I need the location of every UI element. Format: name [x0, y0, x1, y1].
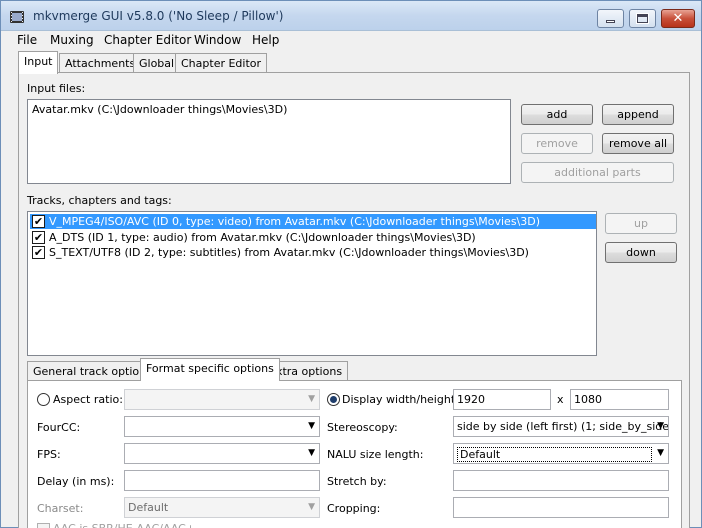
cropping-input[interactable]	[453, 497, 669, 518]
input-files-label: Input files:	[27, 82, 86, 95]
menu-window[interactable]: Window	[194, 33, 241, 47]
title-bar[interactable]: mkvmerge GUI v5.8.0 ('No Sleep / Pillow'…	[1, 1, 701, 31]
tab-chapter-editor[interactable]: Chapter Editor	[175, 53, 268, 74]
minimize-icon	[606, 20, 615, 23]
tab-attachments[interactable]: Attachments	[59, 53, 142, 74]
stereoscopy-label: Stereoscopy:	[327, 421, 398, 434]
nalu-size-label: NALU size length:	[327, 448, 424, 461]
close-icon: ✕	[672, 11, 684, 26]
tab-input[interactable]: Input	[18, 51, 59, 74]
fps-label: FPS:	[37, 448, 61, 461]
track-text: A_DTS (ID 1, type: audio) from Avatar.mk…	[49, 231, 476, 244]
charset-value: Default	[128, 501, 169, 514]
aspect-ratio-label: Aspect ratio:	[53, 393, 123, 406]
delay-input[interactable]	[124, 470, 320, 491]
nalu-size-value: Default	[457, 447, 652, 462]
minimize-button[interactable]	[597, 9, 624, 28]
chevron-down-icon: ▼	[657, 448, 664, 458]
track-row[interactable]: ✔ A_DTS (ID 1, type: audio) from Avatar.…	[30, 230, 596, 245]
stereoscopy-combo[interactable]: side by side (left first) (1; side_by_si…	[453, 416, 669, 437]
charset-combo[interactable]: Default ▼	[124, 497, 320, 518]
fps-combo[interactable]: ▼	[124, 443, 320, 464]
add-button[interactable]: add	[521, 104, 593, 125]
track-checkbox[interactable]: ✔	[32, 215, 45, 228]
chevron-down-icon: ▼	[308, 502, 315, 512]
menu-file[interactable]: File	[17, 33, 37, 47]
menu-muxing[interactable]: Muxing	[50, 33, 94, 47]
menu-bar: File Muxing Chapter Editor Window Help	[1, 31, 701, 51]
track-text: V_MPEG4/ISO/AVC (ID 0, type: video) from…	[49, 215, 541, 228]
stretch-label: Stretch by:	[327, 475, 387, 488]
up-button[interactable]: up	[605, 213, 677, 234]
mkvmerge-app-icon	[10, 11, 24, 23]
main-window: mkvmerge GUI v5.8.0 ('No Sleep / Pillow'…	[0, 0, 702, 528]
maximize-icon	[636, 13, 649, 24]
subtab-general-track-options[interactable]: General track options	[27, 361, 158, 382]
maximize-button[interactable]	[629, 9, 656, 28]
aspect-ratio-combo[interactable]: ▼	[124, 389, 320, 410]
down-button[interactable]: down	[605, 242, 677, 263]
close-button[interactable]: ✕	[661, 9, 695, 28]
aac-sbr-checkbox[interactable]	[37, 523, 50, 528]
fourcc-combo[interactable]: ▼	[124, 416, 320, 437]
track-row[interactable]: ✔ V_MPEG4/ISO/AVC (ID 0, type: video) fr…	[30, 214, 596, 229]
additional-parts-button[interactable]: additional parts	[521, 162, 674, 183]
menu-help[interactable]: Help	[252, 33, 279, 47]
chevron-down-icon: ▼	[308, 394, 315, 404]
track-text: S_TEXT/UTF8 (ID 2, type: subtitles) from…	[49, 246, 529, 259]
charset-label: Charset:	[37, 502, 84, 515]
menu-chapter-editor[interactable]: Chapter Editor	[104, 33, 191, 47]
track-checkbox[interactable]: ✔	[32, 231, 45, 244]
tracks-label: Tracks, chapters and tags:	[27, 194, 172, 207]
remove-all-button[interactable]: remove all	[602, 133, 674, 154]
display-wh-radio[interactable]	[327, 393, 340, 406]
chevron-down-icon: ▼	[657, 421, 664, 431]
fourcc-label: FourCC:	[37, 421, 81, 434]
nalu-size-combo[interactable]: Default ▼	[453, 443, 669, 464]
input-file-item[interactable]: Avatar.mkv (C:\Jdownloader things\Movies…	[32, 103, 287, 116]
display-wh-label: Display width/height:	[342, 393, 459, 406]
track-row[interactable]: ✔ S_TEXT/UTF8 (ID 2, type: subtitles) fr…	[30, 245, 596, 260]
remove-button[interactable]: remove	[521, 133, 593, 154]
display-height-input[interactable]: 1080	[570, 389, 669, 410]
chevron-down-icon: ▼	[308, 448, 315, 458]
window-title: mkvmerge GUI v5.8.0 ('No Sleep / Pillow'…	[33, 9, 284, 23]
track-checkbox[interactable]: ✔	[32, 246, 45, 259]
append-button[interactable]: append	[602, 104, 674, 125]
cropping-label: Cropping:	[327, 502, 381, 515]
tab-global[interactable]: Global	[133, 53, 181, 74]
aac-sbr-label: AAC is SBR/HE-AAC/AAC+	[53, 522, 195, 528]
aspect-ratio-radio[interactable]	[37, 393, 50, 406]
subtab-format-specific-options[interactable]: Format specific options	[140, 358, 280, 381]
input-files-list[interactable]: Avatar.mkv (C:\Jdownloader things\Movies…	[27, 99, 511, 184]
stereoscopy-value: side by side (left first) (1; side_by_si…	[457, 420, 669, 433]
display-x-label: x	[557, 393, 564, 406]
delay-label: Delay (in ms):	[37, 475, 115, 488]
chevron-down-icon: ▼	[308, 421, 315, 431]
tracks-list[interactable]: ✔ V_MPEG4/ISO/AVC (ID 0, type: video) fr…	[27, 211, 597, 356]
stretch-input[interactable]	[453, 470, 669, 491]
display-width-input[interactable]: 1920	[453, 389, 551, 410]
